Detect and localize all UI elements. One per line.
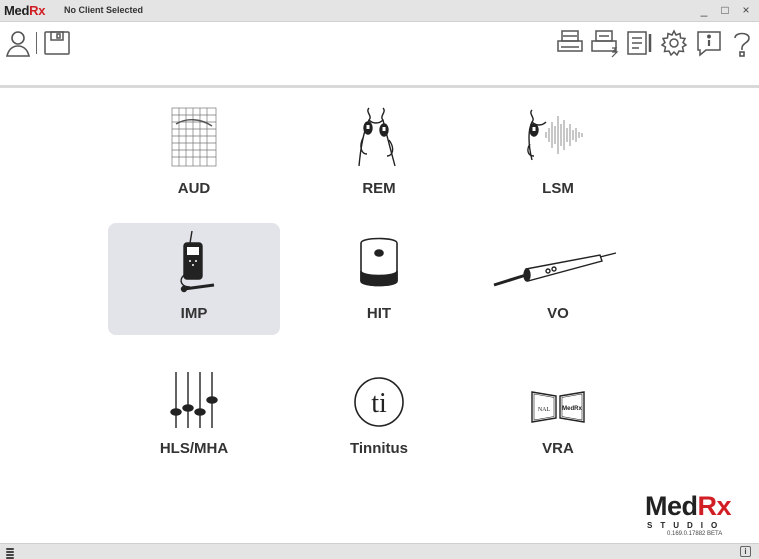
toolbar [0, 22, 759, 86]
help-icon[interactable] [727, 28, 757, 58]
module-tile-vo[interactable]: VO [472, 223, 644, 335]
client-status-label: No Client Selected [64, 5, 144, 15]
maximize-button[interactable]: □ [716, 2, 734, 18]
sliders-icon [154, 364, 234, 430]
app-logo: MedRx [4, 3, 45, 18]
info-icon[interactable] [694, 28, 724, 58]
toolbar-divider [36, 32, 37, 54]
status-bar: i [0, 543, 759, 559]
logo-med-text: Med [4, 3, 30, 18]
otoscope-icon [488, 229, 628, 295]
vra-icon: NAL MedRx [518, 364, 598, 430]
brand-rx-text: Rx [697, 491, 732, 521]
module-tile-hls[interactable]: HLS/MHA [108, 358, 280, 470]
title-bar: MedRx No Client Selected _ □ × [0, 0, 759, 22]
client-icon[interactable] [4, 28, 34, 58]
module-tile-aud[interactable]: AUD [108, 98, 280, 210]
print-icon[interactable] [555, 28, 585, 58]
module-label: AUD [177, 180, 211, 197]
save-icon[interactable] [42, 28, 72, 58]
brand-logo: MedRx STUDIO 0.169.0.17882 BETA [645, 493, 755, 538]
module-tile-hit[interactable]: HIT [293, 223, 465, 335]
settings-icon[interactable] [659, 28, 689, 58]
toolbar-divider-bar [0, 85, 759, 88]
module-tile-vra[interactable]: NAL MedRx VRA [472, 358, 644, 470]
module-tile-tinnitus[interactable]: ti Tinnitus [293, 358, 465, 470]
close-button[interactable]: × [737, 2, 755, 18]
database-icon[interactable] [5, 546, 15, 559]
module-label: VO [547, 305, 569, 322]
brand-studio-text: STUDIO [647, 521, 726, 530]
status-info-icon[interactable]: i [740, 546, 751, 557]
module-label: HIT [366, 305, 392, 322]
module-tile-rem[interactable]: REM [293, 98, 465, 210]
vra-left-text: NAL [538, 407, 551, 413]
brand-med-text: Med [645, 491, 698, 521]
version-label: 0.169.0.17882 BETA [667, 531, 723, 537]
probe-tubes-icon [339, 104, 419, 170]
live-speech-icon [518, 104, 598, 170]
test-box-icon [339, 229, 419, 295]
module-tile-imp[interactable]: IMP [108, 223, 280, 335]
module-tile-lsm[interactable]: LSM [472, 98, 644, 210]
module-label: VRA [542, 440, 574, 457]
brand-wordmark: MedRx [645, 493, 755, 520]
audiogram-icon [154, 104, 234, 170]
module-label: LSM [542, 180, 574, 197]
module-label: REM [362, 180, 396, 197]
print-report-icon[interactable] [590, 28, 620, 58]
logo-rx-text: Rx [29, 3, 46, 18]
module-label: HLS/MHA [159, 440, 229, 457]
module-label: Tinnitus [349, 440, 409, 457]
report-icon[interactable] [625, 28, 655, 58]
vra-right-text: MedRx [562, 406, 582, 412]
ti-icon-text: ti [371, 388, 387, 419]
tympanometer-icon [154, 229, 234, 295]
module-label: IMP [180, 305, 208, 322]
ti-icon: ti [339, 364, 419, 430]
minimize-button[interactable]: _ [695, 2, 713, 18]
